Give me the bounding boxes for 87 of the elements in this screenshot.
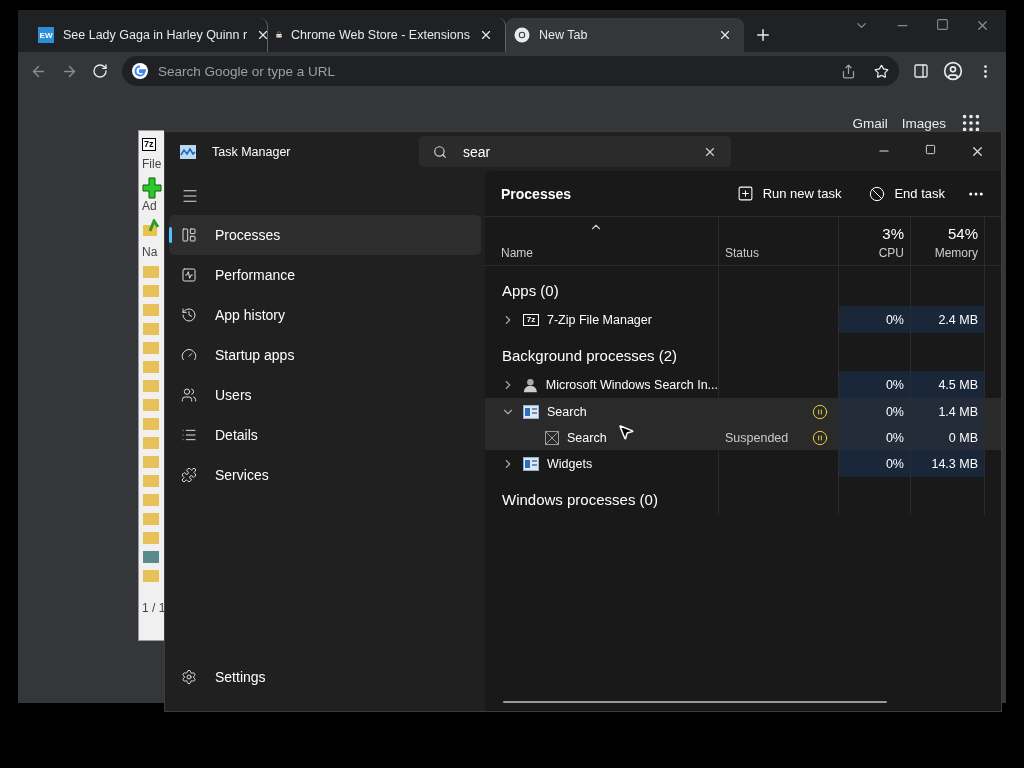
column-header[interactable]: 54% Memory xyxy=(911,217,985,266)
toolbar-button[interactable]: End task xyxy=(855,177,959,210)
new-tab-icon[interactable] xyxy=(754,26,772,44)
activity-icon xyxy=(181,267,197,283)
nav-item[interactable]: Details xyxy=(169,415,481,455)
process-row[interactable]: Widgets 0% 14.3 MB xyxy=(485,450,1001,477)
toolbar-button[interactable]: Run new task xyxy=(722,177,856,210)
tab-title: Chrome Web Store - Extensions xyxy=(291,28,470,42)
settings-item[interactable]: Settings xyxy=(169,657,481,697)
memory-cell: 2.4 MB xyxy=(911,306,985,333)
app-logo: 7z xyxy=(142,138,156,151)
window-icon xyxy=(523,456,539,471)
process-name: Search xyxy=(547,404,587,419)
memory-cell: 14.3 MB xyxy=(911,450,985,477)
gauge-icon xyxy=(181,347,197,363)
browser-tab[interactable]: New Tab xyxy=(506,18,744,52)
maximize-icon[interactable] xyxy=(936,18,949,31)
star-icon[interactable] xyxy=(874,63,889,79)
header-link[interactable]: Images xyxy=(901,115,946,131)
group-header: Apps (0) xyxy=(502,282,559,299)
user-icon xyxy=(523,376,538,393)
cpu-cell: 0% xyxy=(839,306,911,333)
nav-item[interactable]: Performance xyxy=(169,255,481,295)
cpu-cell: 0% xyxy=(839,450,911,477)
app-icon: 7z xyxy=(523,313,539,326)
block-icon xyxy=(869,185,886,202)
group-header: Background processes (2) xyxy=(502,347,678,364)
blank-icon xyxy=(545,430,559,445)
close-icon[interactable] xyxy=(970,144,985,159)
scrollbar[interactable] xyxy=(503,701,887,703)
google-icon xyxy=(132,63,148,79)
header-link[interactable]: Gmail xyxy=(852,115,888,131)
settings-icon xyxy=(181,669,197,685)
group-header: Windows processes (0) xyxy=(502,491,658,508)
process-name: Microsoft Windows Search In... xyxy=(545,377,718,392)
menu-item[interactable]: File xyxy=(142,157,162,171)
cpu-cell: 0% xyxy=(839,371,911,398)
process-row[interactable]: 7z 7-Zip File Manager 0% 2.4 MB xyxy=(485,306,1001,333)
new-task-icon xyxy=(736,185,754,202)
nav-item[interactable]: Services xyxy=(169,455,481,495)
nav-item[interactable]: Processes xyxy=(169,215,481,255)
profile-icon[interactable] xyxy=(943,61,963,81)
list-icon xyxy=(181,427,197,443)
share-icon[interactable] xyxy=(841,63,856,79)
chrome-icon xyxy=(514,27,530,43)
nav-item[interactable]: Startup apps xyxy=(169,335,481,375)
window-icon xyxy=(523,404,539,419)
side-panel-icon[interactable] xyxy=(913,63,929,79)
column-header[interactable]: Status xyxy=(719,217,839,266)
process-row[interactable]: Search Suspended 0% 0 MB xyxy=(485,425,1001,450)
reload-icon[interactable] xyxy=(92,63,108,79)
nav-item[interactable]: Users xyxy=(169,375,481,415)
tab-title: See Lady Gaga in Harley Quinn r xyxy=(63,28,248,42)
puzzle-icon xyxy=(181,467,197,483)
cpu-cell: 0% xyxy=(839,425,911,450)
column-header[interactable]: Name xyxy=(485,217,719,266)
site-favicon: EW xyxy=(38,27,54,43)
memory-cell: 0 MB xyxy=(911,425,985,450)
browser-tab[interactable]: EW See Lady Gaga in Harley Quinn r xyxy=(30,18,268,52)
process-row[interactable]: Search 0% 1.4 MB xyxy=(485,398,1001,425)
folder-up-icon[interactable] xyxy=(142,219,160,237)
cpu-cell: 0% xyxy=(839,398,911,425)
memory-cell: 4.5 MB xyxy=(911,371,985,398)
chart-app-icon xyxy=(180,144,196,159)
window-title: Task Manager xyxy=(212,144,292,159)
page-title: Processes xyxy=(501,185,573,202)
search-field[interactable]: sear xyxy=(419,136,731,167)
close-icon[interactable] xyxy=(718,28,732,42)
address-bar[interactable]: Search Google or type a URL xyxy=(122,56,899,86)
process-name: Search xyxy=(567,430,607,445)
add-icon[interactable] xyxy=(142,177,162,199)
toolbar-label: Ad xyxy=(142,199,157,213)
search-icon xyxy=(433,144,447,159)
process-name: 7-Zip File Manager xyxy=(547,312,652,327)
process-name: Widgets xyxy=(547,456,593,471)
users-icon xyxy=(181,387,197,403)
column-header: Na xyxy=(142,245,158,259)
nav-item[interactable]: App history xyxy=(169,295,481,335)
memory-cell: 1.4 MB xyxy=(911,398,985,425)
menu-icon[interactable] xyxy=(181,187,199,205)
close-icon[interactable] xyxy=(479,28,493,42)
pointer-icon xyxy=(617,423,635,441)
history-icon xyxy=(181,307,197,323)
process-status: Suspended xyxy=(725,430,789,445)
column-header[interactable]: 3% CPU xyxy=(839,217,911,266)
processes-icon xyxy=(181,227,197,243)
tab-title: New Tab xyxy=(539,28,589,42)
